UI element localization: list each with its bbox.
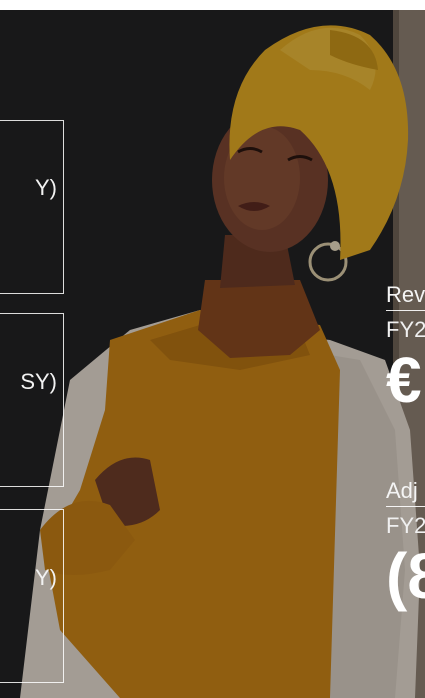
metric-period: FY2	[386, 513, 425, 538]
kpi-card-label: Y)	[35, 175, 57, 200]
metric-period: FY2	[386, 317, 425, 342]
kpi-card-1[interactable]: Y)	[0, 120, 64, 294]
kpi-card-label: Y)	[35, 565, 57, 590]
metric-title: Adj	[386, 478, 425, 507]
kpi-card-label: SY)	[20, 369, 57, 394]
metric-value: €1	[386, 344, 425, 416]
metric-revenue: Rev FY2 €1	[386, 282, 425, 415]
metric-title: Rev	[386, 282, 425, 311]
kpi-card-2[interactable]: SY)	[0, 313, 64, 487]
metric-adjusted: Adj FY2 (8	[386, 478, 425, 611]
hero-section: Y) SY) Y) Rev FY2 €1 Adj FY2 (8	[0, 10, 425, 698]
kpi-card-3[interactable]: Y)	[0, 509, 64, 683]
metric-value: (8	[386, 540, 425, 612]
